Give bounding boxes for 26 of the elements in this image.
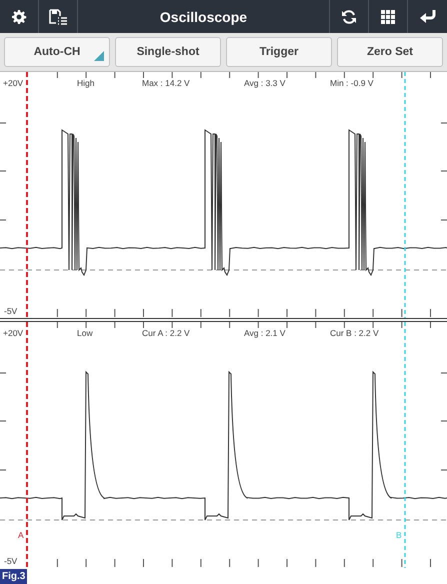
save-list-icon [48,8,68,24]
cursor-line[interactable] [26,322,28,568]
readout-label: High [77,78,94,88]
readout-label: Low [77,328,93,338]
cursor-label: A [18,530,24,540]
readout-label: Cur B : 2.2 V [330,328,379,338]
cursor-label: B [396,530,402,540]
readout-label: Avg : 2.1 V [244,328,286,338]
readout-label: Min : -0.9 V [330,78,374,88]
mode-button[interactable]: Single-shot [115,37,221,67]
readout-label: Avg : 3.3 V [244,78,286,88]
readout-label: Max : 14.2 V [142,78,190,88]
mode-button[interactable]: Auto-CH [4,37,110,67]
scale-label: -5V [4,306,18,316]
scale-label: +20V [3,328,24,338]
back-icon [418,8,436,24]
refresh-icon [341,8,357,24]
settings-icon [11,8,27,24]
cursor-line[interactable] [26,72,28,318]
mode-button[interactable]: Zero Set [337,37,443,67]
readout-label: Cur A : 2.2 V [142,328,190,338]
grid-icon [380,8,396,24]
scale-label: +20V [3,78,24,88]
mode-button[interactable]: Trigger [226,37,332,67]
scale-label: -5V [4,556,18,566]
figure-label: Fig.3 [0,569,28,584]
